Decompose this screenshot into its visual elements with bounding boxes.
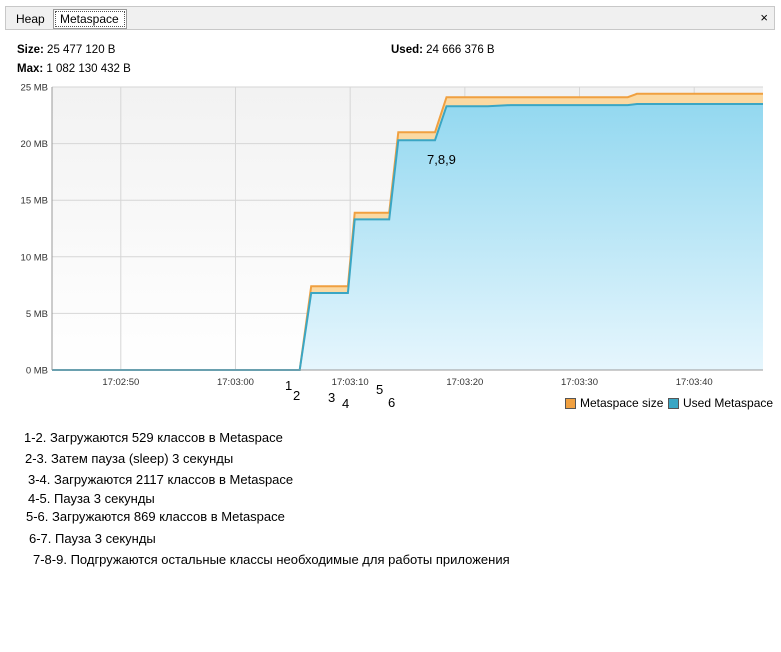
x-tick-label: 17:03:20: [446, 377, 483, 388]
tab-metaspace[interactable]: Metaspace: [53, 9, 127, 29]
max-value: 1 082 130 432 B: [46, 63, 131, 75]
annotation-2: 2: [293, 388, 301, 403]
annotation-5: 5: [376, 382, 384, 397]
metaspace-chart: 0 MB 5 MB 10 MB 15 MB 20 MB 25 MB 17:02:50 17:0…: [21, 83, 763, 388]
size-stat: Size: 25 477 120 B: [17, 44, 115, 56]
x-tick-label: 17:03:30: [561, 377, 598, 388]
used-stat: Used: 24 666 376 B: [391, 44, 495, 56]
annotation-6: 6: [388, 395, 396, 410]
y-tick-label: 20 MB: [21, 139, 48, 150]
used-value: 24 666 376 B: [426, 44, 495, 56]
note-1-2: 1-2. Загружаются 529 классов в Metaspace: [24, 430, 283, 445]
x-tick-label: 17:02:50: [102, 377, 139, 388]
size-label: Size:: [17, 44, 44, 56]
size-value: 25 477 120 B: [47, 44, 116, 56]
y-tick-label: 5 MB: [26, 309, 48, 320]
y-tick-label: 25 MB: [21, 83, 48, 94]
max-label: Max:: [17, 63, 44, 75]
legend-swatch-used-metaspace: [668, 397, 679, 409]
legend-swatch-metaspace-size: [565, 397, 576, 409]
note-4-5: 4-5. Пауза 3 секунды: [28, 491, 155, 506]
annotation-7-8-9: 7,8,9: [427, 152, 456, 167]
y-tick-label: 15 MB: [21, 196, 48, 207]
note-7-8-9: 7-8-9. Подгружаются остальные классы нео…: [33, 552, 510, 567]
tab-bar: Heap Metaspace ×: [5, 6, 775, 30]
note-6-7: 6-7. Пауза 3 секунды: [29, 531, 156, 546]
annotation-4: 4: [342, 396, 350, 411]
legend-item-metaspace-size: Metaspace size: [565, 396, 663, 410]
legend-item-used-metaspace: Used Metaspace: [668, 396, 773, 410]
note-5-6: 5-6. Загружаются 869 классов в Metaspace: [26, 509, 285, 524]
used-label: Used:: [391, 44, 423, 56]
note-2-3: 2-3. Затем пауза (sleep) 3 секунды: [25, 451, 234, 466]
x-tick-label: 17:03:00: [217, 377, 254, 388]
legend-label-metaspace-size: Metaspace size: [580, 396, 664, 410]
max-stat: Max: 1 082 130 432 B: [17, 63, 131, 75]
annotation-1: 1: [285, 378, 293, 393]
x-tick-label: 17:03:40: [676, 377, 713, 388]
close-icon[interactable]: ×: [760, 10, 768, 26]
tab-heap[interactable]: Heap: [9, 9, 51, 29]
y-tick-label: 10 MB: [21, 252, 48, 263]
legend-label-used-metaspace: Used Metaspace: [683, 396, 774, 410]
y-tick-label: 0 MB: [26, 366, 48, 377]
note-3-4: 3-4. Загружаются 2117 классов в Metaspac…: [28, 472, 294, 487]
x-tick-label: 17:03:10: [332, 377, 369, 388]
annotation-3: 3: [328, 390, 336, 405]
